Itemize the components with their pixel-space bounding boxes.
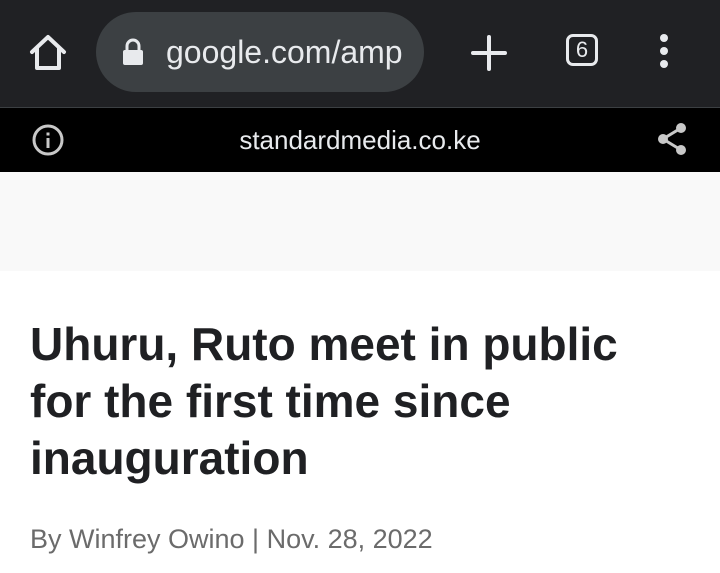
- amp-header-bar: standardmedia.co.ke: [0, 108, 720, 172]
- lock-icon: [122, 38, 144, 66]
- amp-origin-domain[interactable]: standardmedia.co.ke: [0, 122, 720, 158]
- browser-toolbar: google.com/amp 6: [0, 0, 720, 108]
- url-text[interactable]: google.com/amp: [166, 32, 412, 72]
- article-byline: By Winfrey Owino | Nov. 28, 2022: [30, 524, 433, 554]
- address-bar[interactable]: google.com/amp: [96, 12, 424, 92]
- tab-switcher-button[interactable]: 6: [566, 34, 598, 66]
- more-vert-icon[interactable]: [656, 34, 672, 72]
- ad-placeholder: [0, 172, 720, 271]
- plus-icon[interactable]: [469, 33, 509, 73]
- share-icon[interactable]: [656, 122, 688, 156]
- article-content: Uhuru, Ruto meet in public for the first…: [0, 316, 720, 557]
- article-headline: Uhuru, Ruto meet in public for the first…: [30, 318, 618, 484]
- tab-count: 6: [575, 37, 589, 62]
- home-icon[interactable]: [26, 31, 70, 75]
